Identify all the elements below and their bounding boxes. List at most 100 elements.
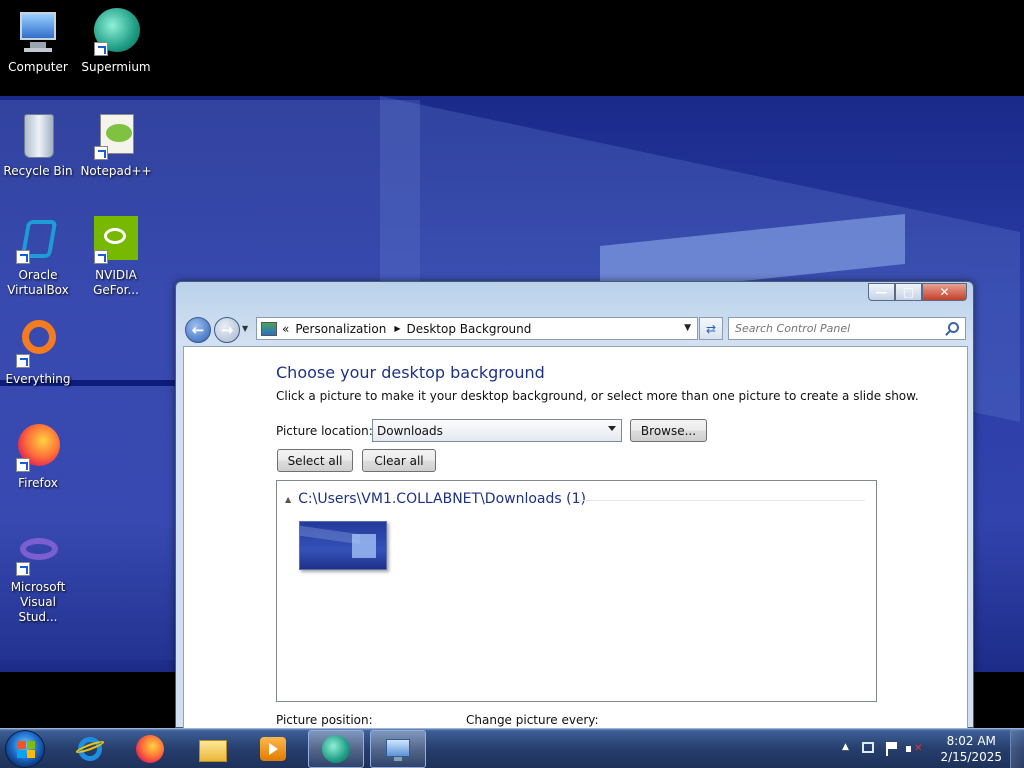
folder-icon: [198, 734, 228, 764]
desktop-background-window: — □ ✕ ← → ▼ « Personalization ▶ Desktop …: [175, 281, 974, 729]
visual-studio-icon: [14, 528, 62, 576]
windows-logo-icon: [17, 741, 35, 758]
desktop-icon-label: NVIDIA GeFor...: [93, 268, 139, 297]
clock[interactable]: 8:02 AM 2/15/2025: [940, 733, 1002, 765]
chevron-down-icon: [608, 426, 616, 431]
navigation-bar: ← → ▼ « Personalization ▶ Desktop Backgr…: [183, 315, 968, 343]
page-title: Choose your desktop background: [276, 363, 545, 382]
picture-location-select[interactable]: Downloads: [372, 419, 622, 442]
virtualbox-icon: [14, 216, 62, 264]
breadcrumb-personalization[interactable]: Personalization: [295, 322, 386, 336]
content-pane: Choose your desktop background Click a p…: [183, 346, 968, 729]
shortcut-arrow-icon: [94, 250, 108, 264]
supermium-icon: [321, 734, 351, 764]
firefox-icon: [14, 424, 62, 472]
collapse-triangle-icon[interactable]: ▲: [285, 495, 291, 504]
taskbar-item-supermium[interactable]: [308, 730, 364, 768]
picture-position-label: Picture position:: [276, 713, 373, 727]
taskbar-item-internet-explorer[interactable]: [62, 730, 118, 768]
search-input[interactable]: [729, 318, 934, 338]
desktop-icon-notepad-plus-plus[interactable]: Notepad++: [78, 112, 154, 179]
shortcut-arrow-icon: [16, 354, 30, 368]
breadcrumb-separator-icon[interactable]: ▶: [394, 324, 400, 333]
clock-date: 2/15/2025: [940, 750, 1002, 764]
desktop-icon-label: Firefox: [18, 476, 58, 490]
change-picture-label: Change picture every:: [466, 713, 599, 727]
internet-explorer-icon: [74, 734, 106, 764]
desktop-icon-visual-studio[interactable]: Microsoft Visual Stud...: [0, 528, 76, 625]
maximize-icon: □: [902, 285, 915, 299]
group-divider: [577, 500, 865, 501]
address-history-chevron-down-icon[interactable]: ▼: [684, 323, 691, 333]
shortcut-arrow-icon: [16, 250, 30, 264]
picture-location-value: Downloads: [377, 423, 443, 438]
search-box: [728, 317, 966, 340]
taskbar-item-firefox[interactable]: [122, 730, 178, 768]
picture-thumbnail[interactable]: [299, 521, 387, 570]
breadcrumb-desktop-background[interactable]: Desktop Background: [406, 322, 531, 336]
page-instructions: Click a picture to make it your desktop …: [276, 389, 919, 403]
control-panel-icon: [261, 321, 277, 336]
start-button[interactable]: [5, 730, 45, 768]
show-desktop-button[interactable]: [1010, 729, 1024, 768]
desktop-icon-label: Computer: [8, 60, 68, 74]
picture-location-label: Picture location:: [276, 424, 373, 438]
back-button[interactable]: ←: [185, 317, 211, 343]
everything-search-icon: [14, 320, 62, 368]
breadcrumb-overflow[interactable]: «: [282, 322, 289, 336]
refresh-icon: ⇄: [705, 321, 717, 336]
control-panel-icon: [383, 734, 413, 764]
taskbar: ▲ ✕ 8:02 AM 2/15/2025: [0, 728, 1024, 768]
arrow-right-icon: →: [220, 321, 234, 339]
refresh-button[interactable]: ⇄: [699, 317, 723, 340]
firefox-icon: [135, 734, 165, 764]
select-all-button[interactable]: Select all: [277, 449, 353, 472]
forward-button[interactable]: →: [214, 317, 240, 343]
thumbnail-window-logo: [352, 534, 376, 558]
recent-pages-chevron-down-icon[interactable]: ▼: [242, 324, 248, 333]
clear-all-button[interactable]: Clear all: [362, 449, 436, 472]
volume-muted-icon[interactable]: ✕: [906, 742, 922, 756]
desktop-icon-recycle-bin[interactable]: Recycle Bin: [0, 112, 76, 179]
notepad-plus-plus-icon: [92, 112, 140, 160]
network-icon[interactable]: [862, 742, 874, 753]
action-center-flag-icon[interactable]: [884, 742, 898, 756]
system-tray: ▲ ✕ 8:02 AM 2/15/2025: [834, 729, 1024, 768]
show-hidden-icons-chevron-up-icon[interactable]: ▲: [842, 742, 856, 756]
shortcut-arrow-icon: [16, 562, 30, 576]
nvidia-icon: [92, 216, 140, 264]
browse-button[interactable]: Browse...: [630, 419, 707, 442]
desktop-icon-label: Microsoft Visual Stud...: [10, 580, 66, 624]
group-header[interactable]: ▲ C:\Users\VM1.COLLABNET\Downloads (1): [285, 491, 586, 507]
desktop-icon-nvidia-geforce[interactable]: NVIDIA GeFor...: [78, 216, 154, 298]
desktop-icon-label: Supermium: [81, 60, 151, 74]
taskbar-item-control-panel[interactable]: [370, 730, 426, 768]
thumbnail-beam: [300, 525, 360, 545]
desktop-icon-firefox[interactable]: Firefox: [0, 424, 76, 491]
clock-time: 8:02 AM: [946, 734, 996, 748]
desktop-icon-label: Recycle Bin: [3, 164, 73, 178]
desktop-icon-supermium[interactable]: Supermium: [78, 8, 154, 75]
close-button[interactable]: ✕: [922, 283, 967, 301]
desktop-icon-oracle-virtualbox[interactable]: Oracle VirtualBox: [0, 216, 76, 298]
desktop-icon-everything[interactable]: Everything: [0, 320, 76, 387]
group-title: C:\Users\VM1.COLLABNET\Downloads (1): [298, 491, 586, 507]
taskbar-item-media-player[interactable]: [245, 730, 301, 768]
shortcut-arrow-icon: [94, 146, 108, 160]
search-icon[interactable]: [948, 322, 959, 333]
minimize-icon: —: [875, 285, 888, 299]
recycle-bin-icon: [14, 112, 62, 160]
media-player-icon: [258, 734, 288, 764]
caption-buttons: — □ ✕: [868, 283, 967, 301]
close-icon: ✕: [939, 285, 950, 299]
desktop-icon-computer[interactable]: Computer: [0, 8, 76, 75]
picture-list[interactable]: ▲ C:\Users\VM1.COLLABNET\Downloads (1): [276, 480, 877, 702]
arrow-left-icon: ←: [191, 321, 205, 339]
computer-icon: [14, 8, 62, 56]
desktop-icon-label: Everything: [5, 372, 71, 386]
minimize-button[interactable]: —: [868, 283, 895, 301]
taskbar-item-file-explorer[interactable]: [185, 730, 241, 768]
maximize-button[interactable]: □: [895, 283, 922, 301]
address-bar[interactable]: « Personalization ▶ Desktop Background ▼: [256, 317, 698, 340]
desktop-icon-label: Notepad++: [80, 164, 152, 178]
